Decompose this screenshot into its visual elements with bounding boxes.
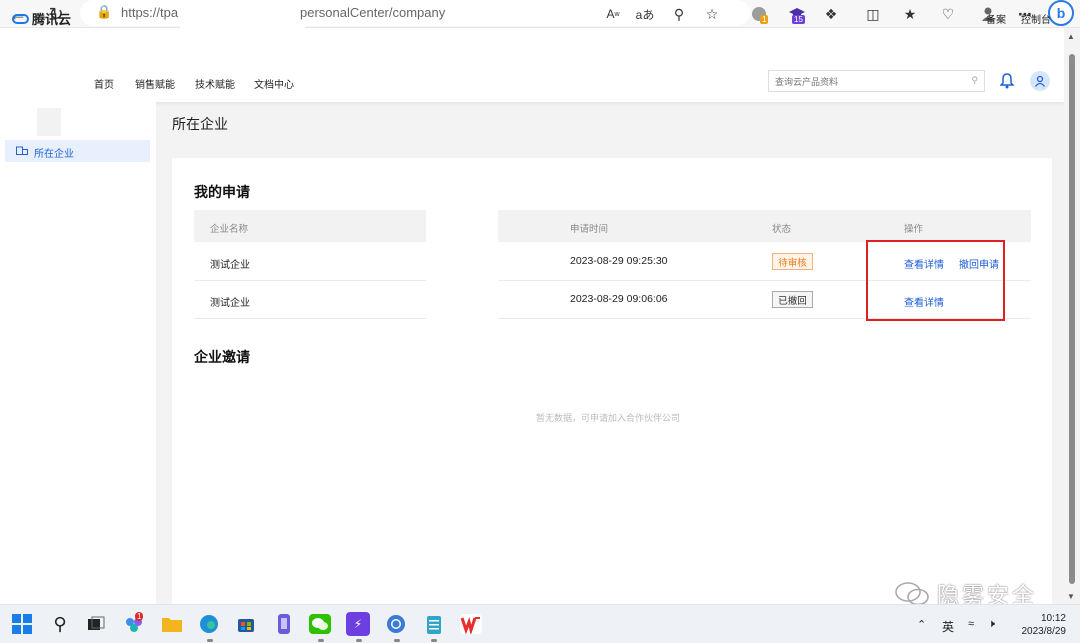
col-actions: 操作 bbox=[904, 224, 924, 235]
col-status: 状态 bbox=[772, 224, 792, 235]
row2-company-name: 测试企业 bbox=[210, 298, 250, 309]
column-redaction bbox=[426, 208, 498, 320]
translate-icon[interactable]: aあ bbox=[634, 3, 656, 25]
zoom-out-icon[interactable]: ⚲ bbox=[668, 3, 690, 25]
user-avatar-icon[interactable] bbox=[1030, 71, 1050, 91]
favorite-icon[interactable]: ☆ bbox=[701, 3, 723, 25]
scroll-down-icon[interactable]: ▼ bbox=[1067, 592, 1075, 601]
search-icon[interactable]: ⚲ bbox=[48, 612, 72, 636]
top-link-console[interactable]: 控制台 bbox=[1021, 11, 1051, 26]
task-view-icon[interactable] bbox=[84, 612, 108, 636]
sidebar-item-company[interactable]: 所在企业 bbox=[5, 140, 150, 162]
scroll-thumb[interactable] bbox=[1069, 54, 1075, 584]
notepad-icon[interactable] bbox=[422, 612, 446, 636]
nav-home[interactable]: 首页 bbox=[94, 76, 114, 91]
row1-status-badge: 待审核 bbox=[772, 253, 813, 270]
my-applications-title: 我的申请 bbox=[194, 184, 250, 200]
search-icon[interactable]: ⚲ bbox=[971, 75, 978, 86]
phone-link-icon[interactable] bbox=[272, 612, 296, 636]
puzzle-icon[interactable]: ❖ bbox=[820, 3, 842, 25]
extension-badge: 1 bbox=[760, 15, 769, 24]
running-indicator bbox=[318, 639, 324, 642]
sidebar-item-label: 所在企业 bbox=[34, 149, 74, 160]
logo-text: 腾讯云 bbox=[32, 12, 72, 27]
bell-icon[interactable] bbox=[1000, 73, 1014, 89]
nav-docs[interactable]: 文档中心 bbox=[254, 76, 294, 91]
cloud-logo-icon bbox=[12, 13, 29, 24]
search-input[interactable] bbox=[775, 74, 965, 89]
nav-tech[interactable]: 技术赋能 bbox=[195, 76, 235, 91]
windows-start-icon[interactable] bbox=[10, 612, 34, 636]
highlight-box bbox=[866, 240, 1005, 321]
col-company-name: 企业名称 bbox=[210, 224, 249, 235]
top-link-filing[interactable]: 备案 bbox=[986, 11, 1006, 26]
invitations-title: 企业邀请 bbox=[194, 349, 250, 365]
volume-icon[interactable]: 🕨 bbox=[988, 618, 995, 631]
row1-company-name: 测试企业 bbox=[210, 260, 250, 271]
wechat-app-icon[interactable] bbox=[308, 612, 332, 636]
running-indicator bbox=[356, 639, 362, 642]
chrome-icon[interactable] bbox=[384, 612, 408, 636]
ime-indicator[interactable]: 英 bbox=[942, 618, 954, 635]
url-start: https://tpa bbox=[121, 5, 179, 20]
read-aloud-icon[interactable]: Aw bbox=[602, 3, 624, 25]
empty-state-text: 暂无数据，可申请加入合作伙伴公司 bbox=[536, 413, 681, 423]
split-screen-icon[interactable]: ◫ bbox=[862, 3, 884, 25]
favorites-bar-icon[interactable]: ★ bbox=[899, 3, 921, 25]
sidebar bbox=[0, 102, 156, 604]
page-title: 所在企业 bbox=[172, 116, 228, 132]
nav-redaction bbox=[305, 60, 377, 84]
row2-apply-time: 2023-08-29 09:06:06 bbox=[570, 293, 668, 305]
scroll-up-icon[interactable]: ▲ bbox=[1067, 32, 1075, 41]
lock-icon[interactable]: 🔒 bbox=[96, 4, 112, 20]
store-icon[interactable] bbox=[234, 612, 258, 636]
wifi-icon[interactable]: ≈ bbox=[968, 618, 974, 630]
sidebar-redaction bbox=[37, 108, 61, 136]
edge-browser-icon[interactable] bbox=[197, 612, 221, 636]
site-header bbox=[0, 28, 1064, 62]
extension-badge-2: 15 bbox=[792, 15, 805, 24]
building-icon bbox=[16, 145, 28, 158]
row1-apply-time: 2023-08-29 09:25:30 bbox=[570, 255, 668, 267]
url-end: personalCenter/company bbox=[300, 5, 446, 20]
wps-office-icon[interactable] bbox=[459, 612, 483, 636]
nav-sales[interactable]: 销售赋能 bbox=[135, 76, 175, 91]
row2-status-badge: 已撤回 bbox=[772, 291, 813, 308]
running-indicator bbox=[394, 639, 400, 642]
url-redaction bbox=[180, 0, 305, 28]
lightning-app-icon[interactable]: ⚡ bbox=[346, 612, 370, 636]
clock-date: 2023/8/29 bbox=[1021, 626, 1067, 637]
running-indicator bbox=[207, 639, 213, 642]
running-indicator bbox=[431, 639, 437, 642]
tray-chevron-icon[interactable]: ⌃ bbox=[917, 618, 926, 631]
clock-time: 10:12 bbox=[1040, 613, 1066, 624]
heart-health-icon[interactable]: ♡ bbox=[937, 3, 959, 25]
file-explorer-icon[interactable] bbox=[160, 612, 184, 636]
bing-icon[interactable]: b bbox=[1048, 0, 1074, 26]
system-clock[interactable]: 10:12 2023/8/29 bbox=[1018, 612, 1067, 638]
col-apply-time: 申请时间 bbox=[570, 224, 609, 235]
search-box: ⚲ bbox=[768, 70, 985, 92]
site-logo[interactable]: 腾讯云 bbox=[12, 9, 71, 28]
